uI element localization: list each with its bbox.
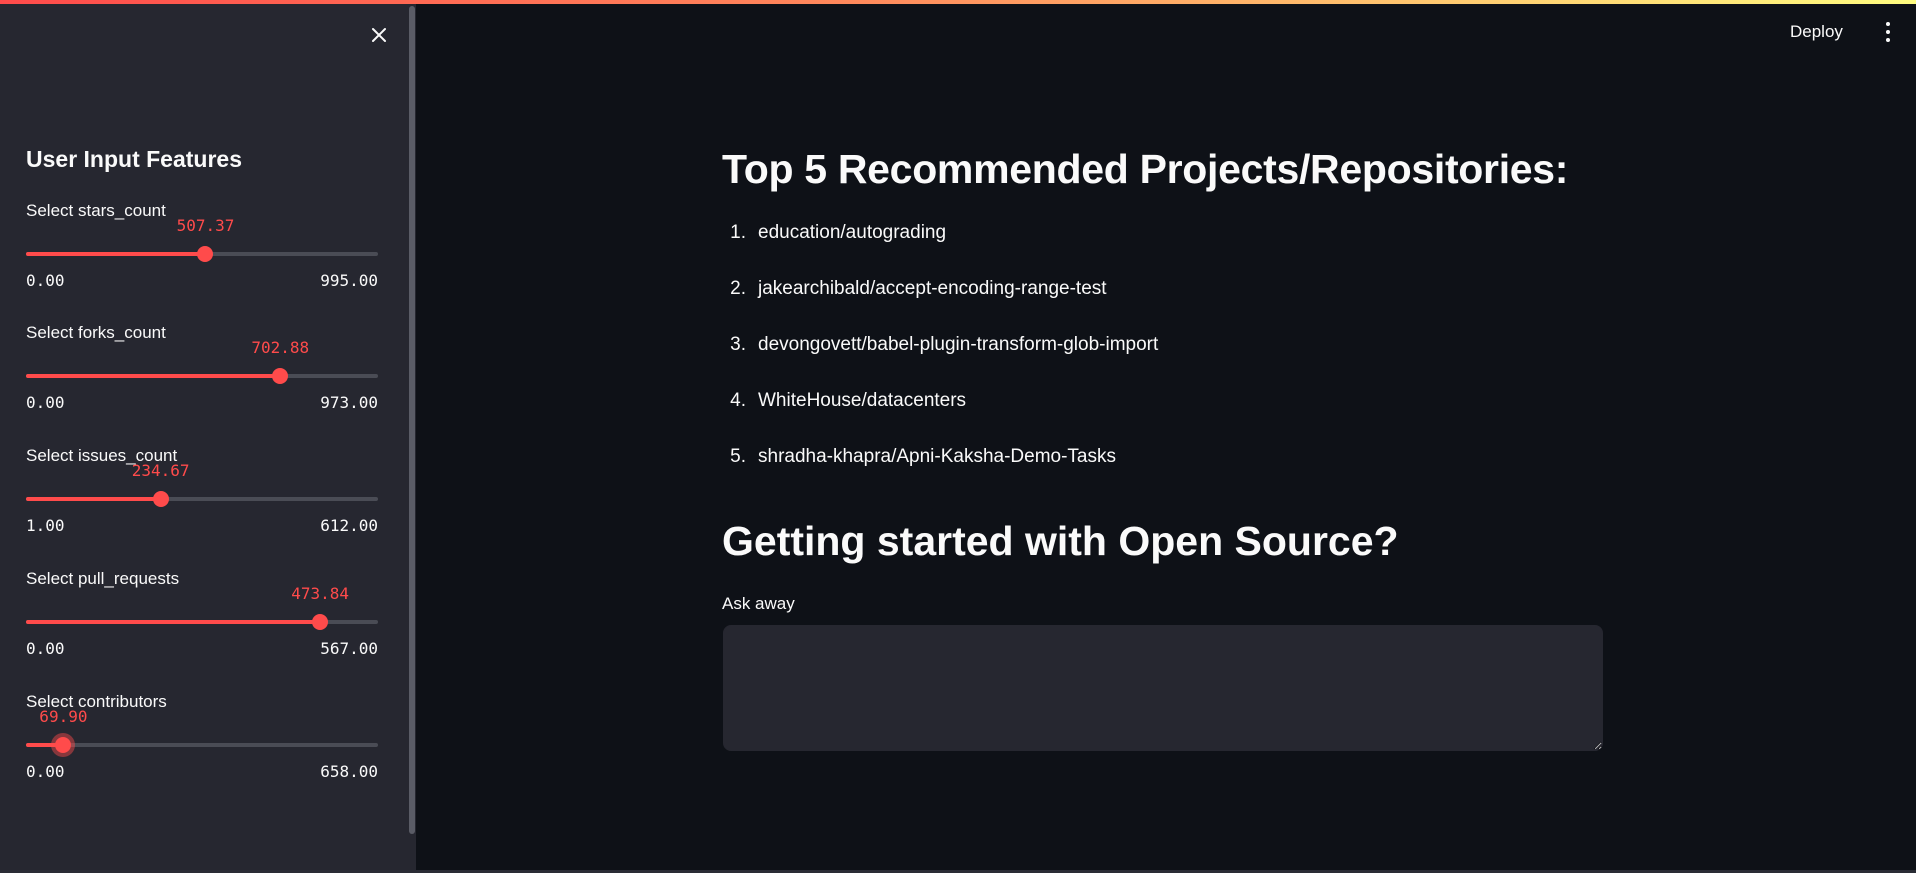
repo-name: WhiteHouse/datacenters	[758, 390, 967, 411]
list-item-number: 4.	[730, 390, 746, 411]
slider-fill	[26, 252, 206, 256]
slider-max: 567.00	[320, 639, 378, 658]
page-title: Top 5 Recommended Projects/Repositories:	[722, 146, 1569, 192]
recommendation-list: 1. education/autograding 2. jakearchibal…	[722, 222, 1158, 502]
list-item: 2. jakearchibald/accept-encoding-range-t…	[722, 278, 1158, 334]
list-item-number: 2.	[730, 278, 746, 299]
slider-pull-requests: Select pull_requests 473.84 0.00 567.00	[26, 569, 378, 679]
slider-max: 658.00	[320, 762, 378, 781]
repo-name: devongovett/babel-plugin-transform-glob-…	[758, 334, 1159, 355]
slider-thumb[interactable]	[312, 614, 329, 630]
ask-label: Ask away	[722, 594, 795, 613]
slider-fill	[26, 497, 161, 501]
slider-track[interactable]	[26, 614, 378, 630]
slider-thumb[interactable]	[197, 246, 214, 262]
list-item: 5. shradha-khapra/Apni-Kaksha-Demo-Tasks	[722, 446, 1158, 502]
list-item-number: 5.	[730, 446, 746, 467]
slider-thumb[interactable]	[55, 737, 72, 753]
list-item: 4. WhiteHouse/datacenters	[722, 390, 1158, 446]
list-item: 3. devongovett/babel-plugin-transform-gl…	[722, 334, 1158, 390]
sidebar: User Input Features Select stars_count 5…	[0, 0, 416, 873]
slider-track[interactable]	[26, 737, 378, 753]
slider-thumb[interactable]	[152, 491, 169, 507]
slider-thumb[interactable]	[272, 368, 289, 384]
list-item-number: 1.	[730, 222, 746, 243]
slider-label: Select pull_requests	[26, 569, 180, 588]
slider-contributors: Select contributors 69.90 0.00 658.00	[26, 692, 378, 802]
close-sidebar-button[interactable]	[366, 22, 392, 48]
slider-max: 612.00	[320, 516, 378, 535]
slider-min: 0.00	[26, 271, 65, 290]
slider-label: Select stars_count	[26, 201, 166, 220]
slider-value: 507.37	[176, 216, 235, 235]
list-item-number: 3.	[730, 334, 746, 355]
ask-textarea[interactable]	[723, 625, 1603, 751]
slider-min: 0.00	[26, 393, 65, 412]
slider-min: 0.00	[26, 639, 65, 658]
main-menu-button[interactable]	[1881, 22, 1895, 44]
section-title: Getting started with Open Source?	[722, 518, 1399, 564]
slider-track[interactable]	[26, 491, 378, 507]
slider-min: 1.00	[26, 516, 65, 535]
slider-max: 973.00	[320, 393, 378, 412]
slider-min: 0.00	[26, 762, 65, 781]
slider-value: 702.88	[251, 338, 310, 357]
sidebar-scrollbar[interactable]	[409, 6, 415, 834]
slider-fill	[26, 620, 321, 624]
slider-stars-count: Select stars_count 507.37 0.00 995.00	[26, 201, 378, 311]
slider-track[interactable]	[26, 368, 378, 384]
deploy-button[interactable]: Deploy	[1790, 22, 1843, 42]
slider-track[interactable]	[26, 246, 378, 262]
slider-label: Select forks_count	[26, 323, 166, 342]
slider-issues-count: Select issues_count 234.67 1.00 612.00	[26, 446, 378, 556]
sidebar-title: User Input Features	[26, 146, 242, 172]
kebab-menu-icon	[1881, 22, 1895, 42]
list-item: 1. education/autograding	[722, 222, 1158, 278]
top-decoration-bar	[0, 0, 1916, 4]
slider-max: 995.00	[320, 271, 378, 290]
close-icon	[372, 28, 386, 42]
slider-value: 473.84	[291, 584, 350, 603]
slider-value: 234.67	[131, 461, 190, 480]
slider-value: 69.90	[39, 707, 88, 726]
repo-name: education/autograding	[758, 222, 947, 243]
repo-name: jakearchibald/accept-encoding-range-test	[758, 278, 1107, 299]
repo-name: shradha-khapra/Apni-Kaksha-Demo-Tasks	[758, 446, 1116, 467]
slider-forks-count: Select forks_count 702.88 0.00 973.00	[26, 323, 378, 433]
slider-fill	[26, 374, 281, 378]
